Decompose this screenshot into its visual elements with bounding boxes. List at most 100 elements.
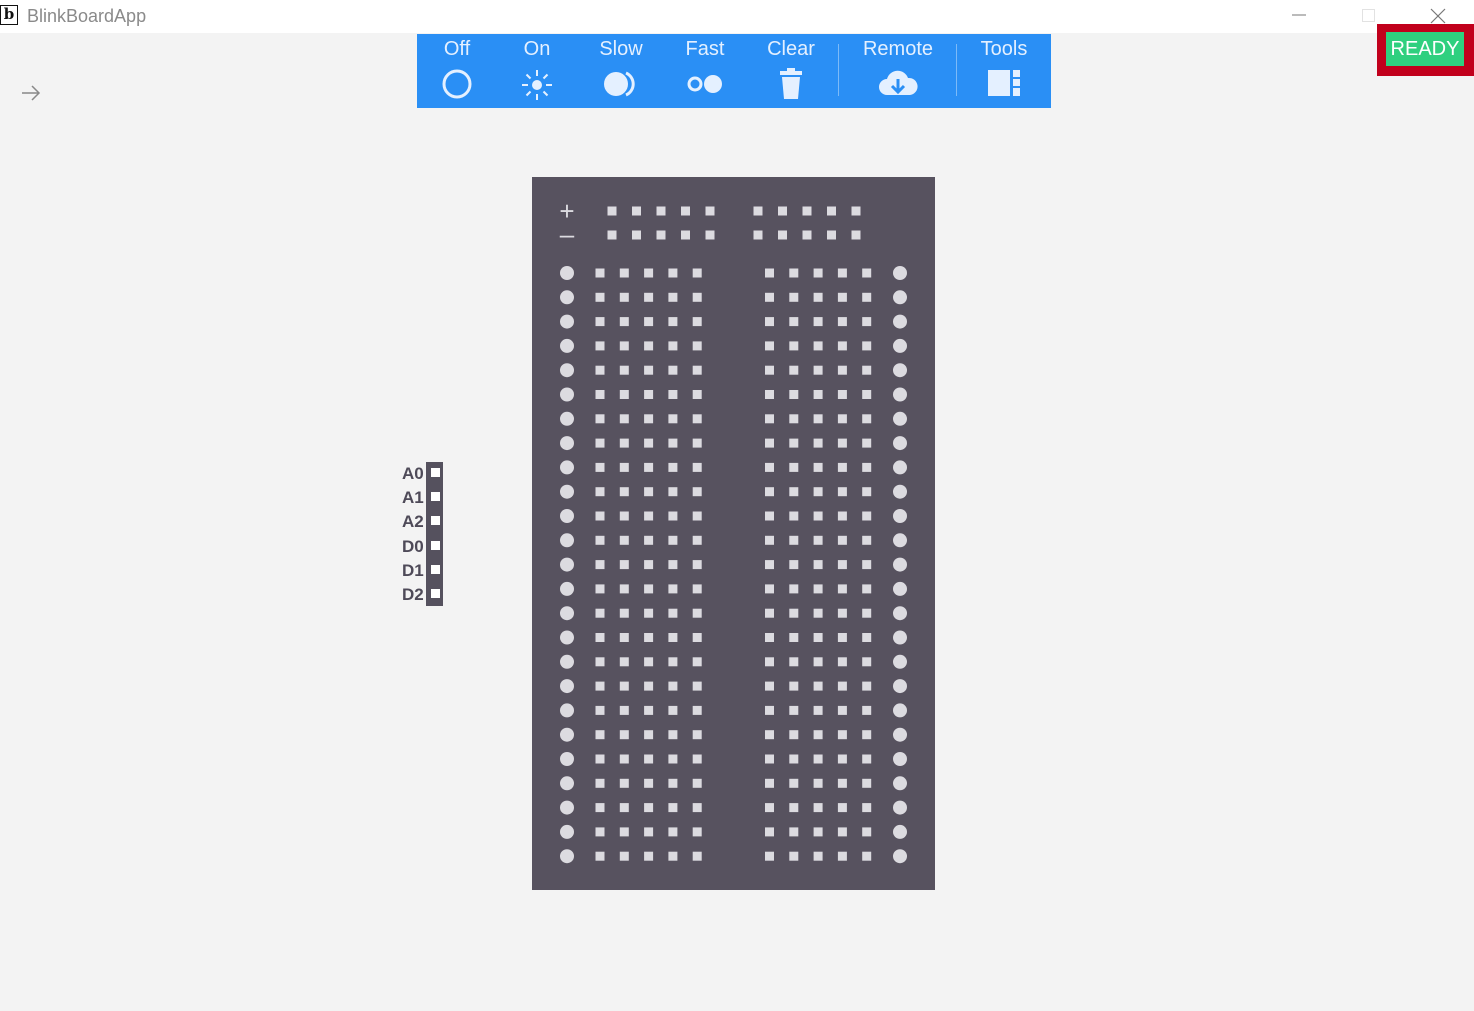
terminal-hole[interactable] (789, 414, 799, 424)
terminal-hole[interactable] (619, 730, 629, 740)
terminal-hole[interactable] (789, 778, 799, 788)
terminal-hole[interactable] (862, 633, 872, 642)
terminal-hole[interactable] (595, 754, 605, 764)
terminal-hole[interactable] (837, 341, 847, 351)
terminal-hole[interactable] (862, 754, 872, 764)
terminal-hole[interactable] (668, 365, 678, 375)
rail-hole[interactable] (802, 230, 812, 240)
row-end-hole[interactable] (560, 606, 574, 621)
terminal-hole[interactable] (813, 414, 823, 424)
row-end-hole[interactable] (560, 800, 574, 815)
terminal-hole[interactable] (837, 584, 847, 594)
terminal-hole[interactable] (765, 657, 774, 667)
terminal-hole[interactable] (619, 268, 629, 278)
terminal-hole[interactable] (813, 341, 823, 351)
terminal-hole[interactable] (644, 803, 654, 813)
terminal-hole[interactable] (862, 681, 872, 691)
terminal-hole[interactable] (789, 681, 799, 691)
terminal-hole[interactable] (595, 633, 605, 642)
terminal-hole[interactable] (668, 438, 678, 448)
terminal-hole[interactable] (862, 778, 872, 788)
row-end-hole[interactable] (893, 411, 907, 426)
row-end-hole[interactable] (893, 581, 907, 596)
terminal-hole[interactable] (862, 414, 872, 424)
terminal-hole[interactable] (765, 487, 774, 497)
terminal-hole[interactable] (644, 851, 654, 861)
terminal-hole[interactable] (644, 608, 654, 618)
terminal-hole[interactable] (862, 827, 872, 837)
terminal-hole[interactable] (692, 681, 702, 691)
terminal-hole[interactable] (595, 390, 605, 399)
terminal-hole[interactable] (789, 754, 799, 764)
terminal-hole[interactable] (644, 560, 654, 570)
terminal-hole[interactable] (692, 268, 702, 278)
terminal-hole[interactable] (668, 511, 678, 521)
terminal-hole[interactable] (692, 608, 702, 618)
terminal-hole[interactable] (644, 511, 654, 521)
row-end-hole[interactable] (893, 484, 907, 499)
terminal-hole[interactable] (668, 778, 678, 788)
terminal-hole[interactable] (837, 851, 847, 861)
terminal-hole[interactable] (595, 317, 605, 327)
row-end-hole[interactable] (560, 436, 574, 451)
terminal-hole[interactable] (862, 535, 872, 545)
terminal-hole[interactable] (813, 681, 823, 691)
row-end-hole[interactable] (560, 630, 574, 645)
terminal-hole[interactable] (789, 827, 799, 837)
terminal-hole[interactable] (813, 317, 823, 327)
rail-hole[interactable] (827, 206, 836, 216)
terminal-hole[interactable] (765, 608, 774, 618)
terminal-hole[interactable] (813, 511, 823, 521)
terminal-hole[interactable] (644, 341, 654, 351)
row-end-hole[interactable] (560, 387, 574, 402)
row-end-hole[interactable] (560, 533, 574, 548)
terminal-hole[interactable] (813, 608, 823, 618)
terminal-hole[interactable] (837, 487, 847, 497)
terminal-hole[interactable] (595, 851, 605, 861)
terminal-hole[interactable] (813, 292, 823, 302)
terminal-hole[interactable] (692, 317, 702, 327)
row-end-hole[interactable] (560, 581, 574, 596)
terminal-hole[interactable] (813, 657, 823, 667)
terminal-hole[interactable] (692, 511, 702, 521)
terminal-hole[interactable] (789, 608, 799, 618)
row-end-hole[interactable] (893, 363, 907, 378)
terminal-hole[interactable] (692, 365, 702, 375)
terminal-hole[interactable] (837, 608, 847, 618)
row-end-hole[interactable] (893, 266, 907, 280)
terminal-hole[interactable] (813, 778, 823, 788)
breadboard[interactable]: + – (532, 177, 935, 890)
terminal-hole[interactable] (765, 803, 774, 813)
terminal-hole[interactable] (692, 341, 702, 351)
terminal-hole[interactable] (668, 657, 678, 667)
terminal-hole[interactable] (692, 778, 702, 788)
terminal-hole[interactable] (862, 560, 872, 570)
terminal-hole[interactable] (668, 608, 678, 618)
terminal-hole[interactable] (765, 584, 774, 594)
terminal-hole[interactable] (595, 414, 605, 424)
pin-d1[interactable]: D1 (396, 559, 448, 583)
terminal-hole[interactable] (668, 317, 678, 327)
terminal-hole[interactable] (837, 438, 847, 448)
on-button[interactable]: On (507, 34, 567, 108)
row-end-hole[interactable] (560, 338, 574, 353)
terminal-hole[interactable] (789, 560, 799, 570)
navigation-arrow-button[interactable] (20, 84, 42, 102)
terminal-hole[interactable] (595, 438, 605, 448)
terminal-hole[interactable] (837, 535, 847, 545)
terminal-hole[interactable] (595, 584, 605, 594)
row-end-hole[interactable] (560, 314, 574, 329)
terminal-hole[interactable] (837, 511, 847, 521)
terminal-hole[interactable] (765, 778, 774, 788)
terminal-hole[interactable] (789, 535, 799, 545)
terminal-hole[interactable] (862, 851, 872, 861)
terminal-hole[interactable] (619, 803, 629, 813)
terminal-hole[interactable] (837, 803, 847, 813)
terminal-hole[interactable] (692, 438, 702, 448)
terminal-hole[interactable] (765, 317, 774, 327)
terminal-hole[interactable] (765, 754, 774, 764)
row-end-hole[interactable] (560, 509, 574, 523)
rail-hole[interactable] (632, 230, 641, 240)
minimize-button[interactable] (1276, 0, 1322, 33)
row-end-hole[interactable] (560, 266, 574, 280)
